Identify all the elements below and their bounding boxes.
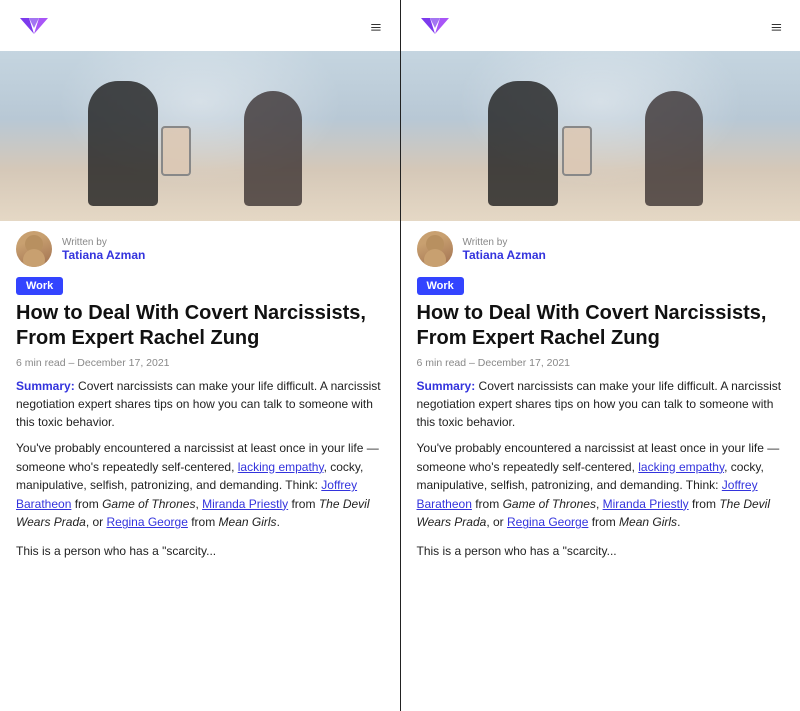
body-text-6-left: , or (86, 515, 107, 529)
link-lacking-empathy-left[interactable]: lacking empathy (238, 460, 324, 474)
body-text-3-right: from (472, 497, 503, 511)
author-name-left[interactable]: Tatiana Azman (62, 248, 145, 262)
body-text-8-left: . (277, 515, 280, 529)
hero-image-right (401, 51, 800, 221)
body-text-5-right: from (689, 497, 720, 511)
written-by-right: Written by (463, 237, 546, 248)
article-body-last-left: This is a person who has a "scarcity... (0, 538, 400, 567)
author-row-left: Written by Tatiana Azman (0, 221, 400, 273)
logo-icon-left (16, 14, 52, 43)
right-header: ≡ (401, 0, 800, 51)
link-regina-left[interactable]: Regina George (106, 515, 187, 529)
link-regina-right[interactable]: Regina George (507, 515, 588, 529)
hamburger-menu-left[interactable]: ≡ (370, 17, 383, 40)
article-title-left: How to Deal With Covert Narcissists, Fro… (0, 301, 400, 355)
article-summary-right: Summary: Covert narcissists can make you… (401, 377, 800, 439)
italic-meangirls-right: Mean Girls (619, 515, 677, 529)
author-row-right: Written by Tatiana Azman (401, 221, 800, 273)
article-summary-left: Summary: Covert narcissists can make you… (0, 377, 400, 439)
body-text-7-right: from (588, 515, 619, 529)
tag-badge-right[interactable]: Work (417, 277, 464, 295)
article-title-right: How to Deal With Covert Narcissists, Fro… (401, 301, 800, 355)
body-text-3-left: from (71, 497, 102, 511)
article-body-left: You've probably encountered a narcissist… (0, 439, 400, 538)
body-text-4-right: , (596, 497, 603, 511)
written-by-left: Written by (62, 237, 145, 248)
right-panel: ≡ Written by Tatiana Azman Work How to D… (401, 0, 800, 711)
author-info-right: Written by Tatiana Azman (463, 237, 546, 262)
left-header: ≡ (0, 0, 400, 51)
link-miranda-right[interactable]: Miranda Priestly (603, 497, 689, 511)
tag-badge-left[interactable]: Work (16, 277, 63, 295)
italic-got-right: Game of Thrones (503, 497, 596, 511)
author-info-left: Written by Tatiana Azman (62, 237, 145, 262)
hamburger-menu-right[interactable]: ≡ (771, 17, 784, 40)
body-text-6-right: , or (486, 515, 507, 529)
body-text-8-right: . (677, 515, 680, 529)
article-body-last-right: This is a person who has a "scarcity... (401, 538, 800, 567)
article-body-right: You've probably encountered a narcissist… (401, 439, 800, 538)
link-lacking-empathy-right[interactable]: lacking empathy (638, 460, 724, 474)
logo-icon-right (417, 14, 453, 43)
avatar-right (417, 231, 453, 267)
hero-image-left (0, 51, 400, 221)
link-miranda-left[interactable]: Miranda Priestly (202, 497, 288, 511)
author-name-right[interactable]: Tatiana Azman (463, 248, 546, 262)
article-meta-left: 6 min read – December 17, 2021 (0, 355, 400, 377)
body-text-5-left: from (288, 497, 319, 511)
left-panel: ≡ Written by Tatiana Azman Work How to D… (0, 0, 400, 711)
italic-meangirls-left: Mean Girls (219, 515, 277, 529)
summary-label-left: Summary: (16, 379, 75, 393)
body-text-7-left: from (188, 515, 219, 529)
article-meta-right: 6 min read – December 17, 2021 (401, 355, 800, 377)
avatar-left (16, 231, 52, 267)
screen-wrapper: ≡ Written by Tatiana Azman Work How to D… (0, 0, 800, 711)
summary-label-right: Summary: (417, 379, 476, 393)
italic-got-left: Game of Thrones (102, 497, 195, 511)
